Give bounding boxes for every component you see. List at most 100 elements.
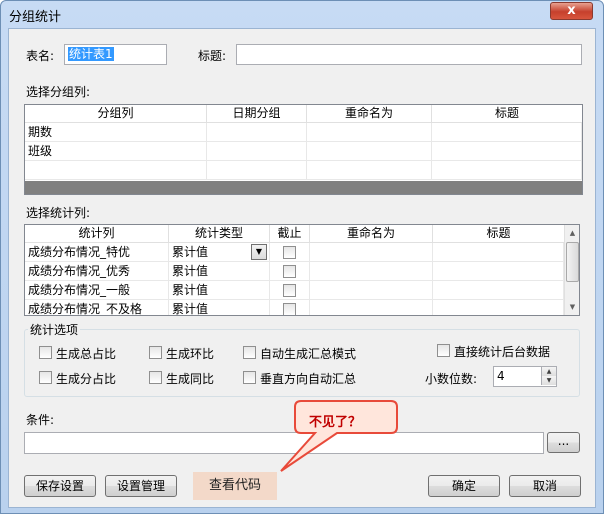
group-col-cell[interactable]	[25, 161, 207, 180]
save-settings-button[interactable]: 保存设置	[24, 475, 96, 497]
cutoff-checkbox[interactable]	[283, 265, 296, 278]
chevron-down-icon[interactable]: ▼	[251, 244, 267, 260]
chain-ratio-label[interactable]: 生成环比	[166, 345, 214, 362]
stat-type-cell[interactable]: 累计值 ▼	[169, 243, 270, 262]
title-cell[interactable]	[432, 161, 582, 180]
new-row-bar	[25, 181, 582, 194]
chain-ratio-checkbox[interactable]	[149, 346, 162, 359]
table-row[interactable]: 班级	[25, 142, 582, 161]
title-cell[interactable]	[433, 262, 564, 281]
group-col-cell[interactable]: 期数	[25, 123, 207, 142]
total-ratio-label[interactable]: 生成总占比	[56, 345, 116, 362]
stat-columns-label: 选择统计列:	[26, 206, 91, 220]
cutoff-header[interactable]: 截止	[270, 225, 310, 243]
decimals-spinner[interactable]: 4 ▲ ▼	[493, 366, 557, 387]
title-cell[interactable]	[432, 142, 582, 161]
table-row[interactable]: 成绩分布情况_一般 累计值	[25, 281, 564, 300]
table-name-label: 表名:	[26, 49, 55, 63]
cutoff-cell	[270, 281, 310, 300]
callout-text: 不见了？	[309, 415, 362, 430]
rename-cell[interactable]	[310, 281, 433, 300]
date-group-header[interactable]: 日期分组	[207, 105, 307, 123]
title-header[interactable]: 标题	[432, 105, 582, 123]
stat-type-cell[interactable]: 累计值	[169, 281, 270, 300]
arrow-down-icon[interactable]: ▼	[565, 299, 579, 315]
auto-summary-checkbox[interactable]	[243, 346, 256, 359]
table-row[interactable]	[25, 161, 582, 180]
window-title: 分组统计	[9, 10, 62, 25]
stat-col-cell[interactable]: 成绩分布情况_优秀	[25, 262, 169, 281]
stat-grid-header: 统计列 统计类型 截止 重命名为 标题	[25, 225, 564, 243]
date-group-cell[interactable]	[207, 123, 307, 142]
stat-type-header[interactable]: 统计类型	[169, 225, 270, 243]
ok-button[interactable]: 确定	[428, 475, 500, 497]
browse-button[interactable]: ...	[547, 432, 580, 453]
cutoff-checkbox[interactable]	[283, 303, 296, 315]
cancel-button[interactable]: 取消	[509, 475, 581, 497]
stat-type-value: 累计值	[172, 245, 209, 259]
title-cell[interactable]	[432, 123, 582, 142]
arrow-down-icon[interactable]: ▼	[541, 376, 556, 385]
rename-header[interactable]: 重命名为	[310, 225, 433, 243]
yoy-ratio-checkbox[interactable]	[149, 371, 162, 384]
partial-ratio-label[interactable]: 生成分占比	[56, 370, 116, 387]
group-col-cell[interactable]: 班级	[25, 142, 207, 161]
partial-ratio-checkbox[interactable]	[39, 371, 52, 384]
rename-cell[interactable]	[307, 142, 432, 161]
stat-col-cell[interactable]: 成绩分布情况_特优	[25, 243, 169, 262]
table-row[interactable]: 成绩分布情况_特优 累计值 ▼	[25, 243, 564, 262]
backend-stat-checkbox[interactable]	[437, 344, 450, 357]
group-columns-label: 选择分组列:	[26, 85, 91, 99]
date-group-cell[interactable]	[207, 142, 307, 161]
title-cell[interactable]	[433, 281, 564, 300]
stat-type-cell[interactable]: 累计值	[169, 300, 270, 315]
decimals-value: 4	[497, 369, 505, 383]
total-ratio-checkbox[interactable]	[39, 346, 52, 359]
table-row[interactable]: 成绩分布情况_优秀 累计值	[25, 262, 564, 281]
rename-header[interactable]: 重命名为	[307, 105, 432, 123]
rename-cell[interactable]	[310, 243, 433, 262]
group-col-header[interactable]: 分组列	[25, 105, 207, 123]
table-name-input[interactable]: 统计表1	[64, 44, 167, 65]
settings-manage-button[interactable]: 设置管理	[105, 475, 177, 497]
table-row[interactable]: 成绩分布情况_不及格 累计值	[25, 300, 564, 315]
arrow-up-icon[interactable]: ▲	[565, 225, 579, 241]
stat-grid-scrollbar[interactable]: ▲ ▼	[564, 225, 579, 315]
title-cell[interactable]	[433, 243, 564, 262]
cutoff-cell	[270, 262, 310, 281]
rename-cell[interactable]	[310, 262, 433, 281]
view-code-button[interactable]: 查看代码	[193, 472, 277, 500]
arrow-up-icon[interactable]: ▲	[541, 367, 556, 376]
cutoff-checkbox[interactable]	[283, 246, 296, 259]
auto-summary-label[interactable]: 自动生成汇总模式	[260, 345, 356, 362]
dialog-window: 分组统计 x 表名: 统计表1 标题: 选择分组列: 分组列 日期分组 重命名为…	[0, 0, 604, 514]
title-header[interactable]: 标题	[433, 225, 564, 243]
table-name-value: 统计表1	[68, 47, 114, 61]
stat-col-cell[interactable]: 成绩分布情况_一般	[25, 281, 169, 300]
title-input[interactable]	[236, 44, 582, 65]
date-group-cell[interactable]	[207, 161, 307, 180]
backend-stat-label[interactable]: 直接统计后台数据	[454, 343, 550, 360]
yoy-ratio-label[interactable]: 生成同比	[166, 370, 214, 387]
stat-type-cell[interactable]: 累计值	[169, 262, 270, 281]
table-row[interactable]: 期数	[25, 123, 582, 142]
cutoff-cell	[270, 300, 310, 315]
group-columns-grid[interactable]: 分组列 日期分组 重命名为 标题 期数 班级	[24, 104, 583, 195]
scrollbar-thumb[interactable]	[566, 242, 579, 282]
title-cell[interactable]	[433, 300, 564, 315]
rename-cell[interactable]	[307, 161, 432, 180]
cutoff-checkbox[interactable]	[283, 284, 296, 297]
close-button[interactable]: x	[550, 2, 593, 20]
rename-cell[interactable]	[307, 123, 432, 142]
title-bar[interactable]: 分组统计 x	[1, 1, 603, 27]
condition-label: 条件:	[26, 413, 55, 427]
cutoff-cell	[270, 243, 310, 262]
rename-cell[interactable]	[310, 300, 433, 315]
stat-col-header[interactable]: 统计列	[25, 225, 169, 243]
stat-columns-grid[interactable]: 统计列 统计类型 截止 重命名为 标题 成绩分布情况_特优 累计值 ▼ 成绩分布…	[24, 224, 580, 316]
vertical-summary-label[interactable]: 垂直方向自动汇总	[260, 370, 356, 387]
vertical-summary-checkbox[interactable]	[243, 371, 256, 384]
stat-col-cell[interactable]: 成绩分布情况_不及格	[25, 300, 169, 315]
group-grid-header: 分组列 日期分组 重命名为 标题	[25, 105, 582, 123]
stat-options-label: 统计选项	[28, 321, 81, 338]
